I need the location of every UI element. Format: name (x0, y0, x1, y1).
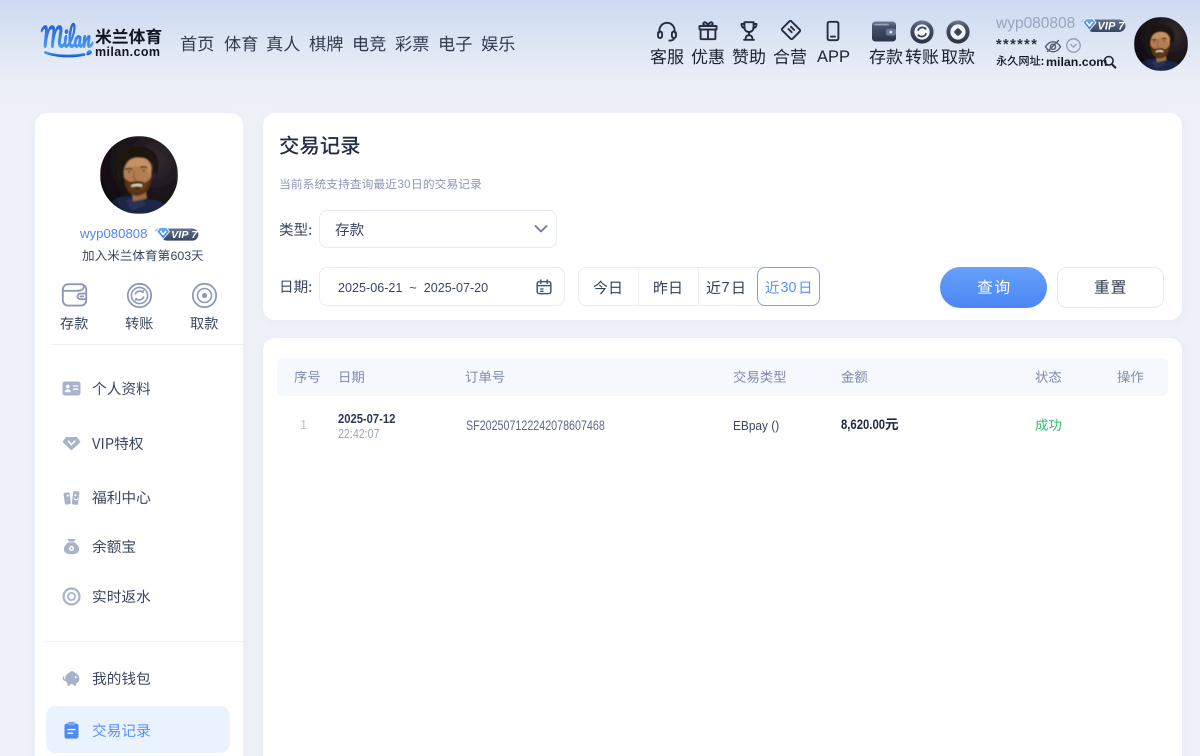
svg-text:VIP 7: VIP 7 (171, 229, 198, 241)
svg-text:VIP 7: VIP 7 (1098, 20, 1126, 32)
